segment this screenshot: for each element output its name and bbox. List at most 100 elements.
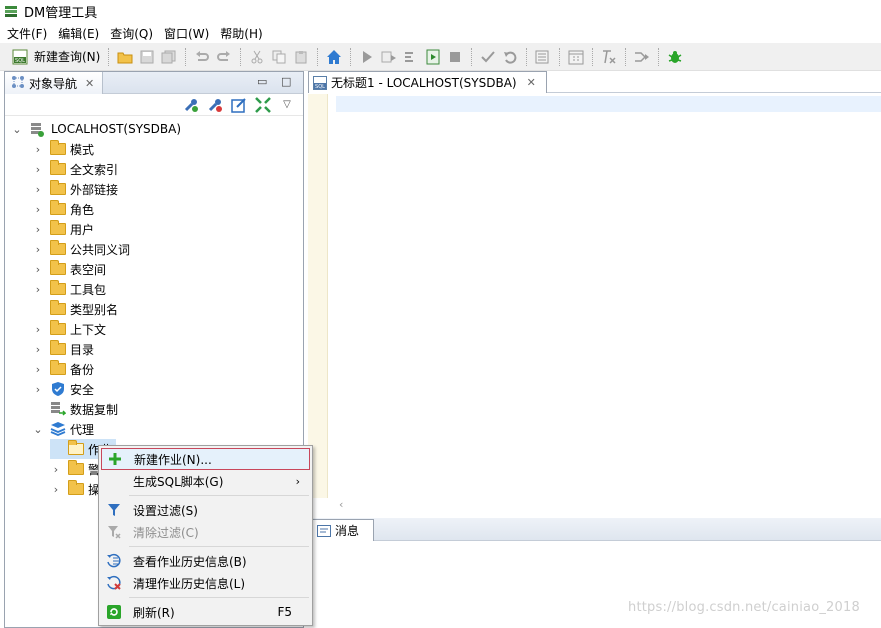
chevron-right-icon[interactable]: ›	[50, 483, 62, 496]
commit-icon[interactable]	[479, 48, 497, 66]
new-job-menu-item[interactable]: 新建作业(N)...	[101, 448, 310, 470]
view-job-history-menu-item[interactable]: 查看作业历史信息(B)	[101, 550, 310, 572]
minimize-icon[interactable]: ▭	[257, 75, 267, 88]
folder-icon	[50, 160, 66, 175]
folder-icon	[50, 220, 66, 235]
clear-job-history-menu-item[interactable]: 清理作业历史信息(L)	[101, 572, 310, 594]
edit-icon[interactable]	[230, 96, 248, 114]
tree-node-public-synonym[interactable]: › 公共同义词	[32, 239, 130, 259]
tree-node-security[interactable]: › 安全	[32, 379, 94, 399]
scroll-left-icon[interactable]: ‹	[339, 498, 343, 511]
chevron-right-icon[interactable]: ›	[32, 143, 44, 156]
generate-sql-menu-item[interactable]: 生成SQL脚本(G) ›	[101, 470, 310, 492]
toolbar-separator	[592, 47, 594, 66]
tree-node-type-alias[interactable]: 类型别名	[32, 299, 118, 319]
calendar-icon[interactable]	[567, 48, 585, 66]
cut-icon[interactable]	[248, 48, 266, 66]
expand-all-icon[interactable]	[254, 96, 272, 114]
tree-node-context[interactable]: › 上下文	[32, 319, 106, 339]
run-icon[interactable]	[358, 48, 376, 66]
step-icon[interactable]	[633, 48, 651, 66]
sql-text-area[interactable]	[336, 96, 881, 112]
server-icon	[29, 121, 45, 137]
chevron-right-icon[interactable]: ›	[32, 343, 44, 356]
stop-icon[interactable]	[446, 48, 464, 66]
menu-edit[interactable]: 编辑(E)	[53, 25, 105, 42]
set-filter-menu-item[interactable]: 设置过滤(S)	[101, 499, 310, 521]
save-all-icon[interactable]	[160, 48, 178, 66]
tab-untitled-query[interactable]: SQL 无标题1 - LOCALHOST(SYSDBA) ✕	[308, 71, 547, 93]
close-icon[interactable]: ✕	[85, 77, 94, 90]
tree-node-backup[interactable]: › 备份	[32, 359, 94, 379]
chevron-right-icon[interactable]: ›	[32, 383, 44, 396]
tab-object-navigator[interactable]: 对象导航 ✕	[5, 72, 104, 94]
tree-node-alerts[interactable]: › 警	[50, 459, 100, 479]
tree-node-package[interactable]: › 工具包	[32, 279, 106, 299]
sql-file-icon: SQL	[11, 48, 29, 66]
view-menu-icon[interactable]: ▽	[278, 96, 296, 114]
home-icon[interactable]	[325, 48, 343, 66]
query-plan-icon[interactable]	[534, 48, 552, 66]
run-selection-icon[interactable]	[380, 48, 398, 66]
tree-node-external-link[interactable]: › 外部链接	[32, 179, 118, 199]
connect-icon[interactable]	[182, 96, 200, 114]
maximize-icon[interactable]: □	[281, 75, 291, 88]
tree-root-server[interactable]: ⌄ LOCALHOST(SYSDBA)	[11, 119, 181, 139]
paste-icon[interactable]	[292, 48, 310, 66]
copy-icon[interactable]	[270, 48, 288, 66]
chevron-right-icon[interactable]: ›	[32, 163, 44, 176]
main-toolbar: SQL 新建查询(N)	[0, 43, 881, 71]
redo-icon[interactable]	[215, 48, 233, 66]
node-label: 类型别名	[70, 302, 119, 317]
toolbar-separator	[317, 47, 319, 66]
node-label: 全文索引	[70, 162, 119, 177]
chevron-right-icon[interactable]: ›	[32, 223, 44, 236]
toolbar-separator	[240, 47, 242, 66]
chevron-right-icon[interactable]: ›	[32, 263, 44, 276]
chevron-right-icon[interactable]: ›	[50, 463, 62, 476]
sql-editor: SQL 无标题1 - LOCALHOST(SYSDBA) ✕	[308, 71, 881, 511]
filter-icon	[106, 502, 122, 518]
new-query-button[interactable]: SQL 新建查询(N)	[6, 46, 103, 68]
disconnect-icon[interactable]	[206, 96, 224, 114]
save-icon[interactable]	[138, 48, 156, 66]
tree-node-role[interactable]: › 角色	[32, 199, 94, 219]
chevron-down-icon[interactable]: ⌄	[11, 123, 23, 136]
rollback-icon[interactable]	[501, 48, 519, 66]
menu-window[interactable]: 窗口(W)	[159, 25, 215, 42]
menu-help[interactable]: 帮助(H)	[215, 25, 268, 42]
chevron-right-icon[interactable]: ›	[32, 243, 44, 256]
node-label: 外部链接	[70, 182, 119, 197]
menu-separator	[129, 597, 309, 598]
line-gutter	[308, 94, 328, 501]
tab-messages[interactable]: 消息	[312, 519, 375, 541]
chevron-down-icon[interactable]: ⌄	[32, 423, 44, 436]
refresh-menu-item[interactable]: 刷新(R) F5	[101, 601, 310, 623]
explain-icon[interactable]	[402, 48, 420, 66]
open-folder-icon[interactable]	[116, 48, 134, 66]
chevron-right-icon[interactable]: ›	[32, 283, 44, 296]
plus-icon	[107, 451, 123, 467]
chevron-right-icon[interactable]: ›	[32, 203, 44, 216]
debug-bug-icon[interactable]	[666, 48, 684, 66]
node-label: 代理	[70, 422, 95, 437]
chevron-right-icon[interactable]: ›	[32, 183, 44, 196]
close-icon[interactable]: ✕	[527, 76, 536, 89]
run-script-icon[interactable]	[424, 48, 442, 66]
chevron-right-icon[interactable]: ›	[32, 363, 44, 376]
tree-node-tablespace[interactable]: › 表空间	[32, 259, 106, 279]
chevron-right-icon[interactable]: ›	[32, 323, 44, 336]
tree-node-user[interactable]: › 用户	[32, 219, 94, 239]
horizontal-scrollbar[interactable]: ‹	[308, 498, 881, 514]
menu-query[interactable]: 查询(Q)	[105, 25, 159, 42]
undo-icon[interactable]	[193, 48, 211, 66]
tree-node-schema[interactable]: › 模式	[32, 139, 94, 159]
tree-node-directory[interactable]: › 目录	[32, 339, 94, 359]
format-icon[interactable]	[600, 48, 618, 66]
tree-node-fulltext-index[interactable]: › 全文索引	[32, 159, 118, 179]
chevron-right-icon: ›	[295, 474, 300, 488]
menu-file[interactable]: 文件(F)	[2, 25, 53, 42]
tree-node-agent[interactable]: ⌄ 代理	[32, 419, 94, 439]
tree-node-replication[interactable]: 数据复制	[32, 399, 118, 419]
tree-node-operators[interactable]: › 操	[50, 479, 100, 499]
